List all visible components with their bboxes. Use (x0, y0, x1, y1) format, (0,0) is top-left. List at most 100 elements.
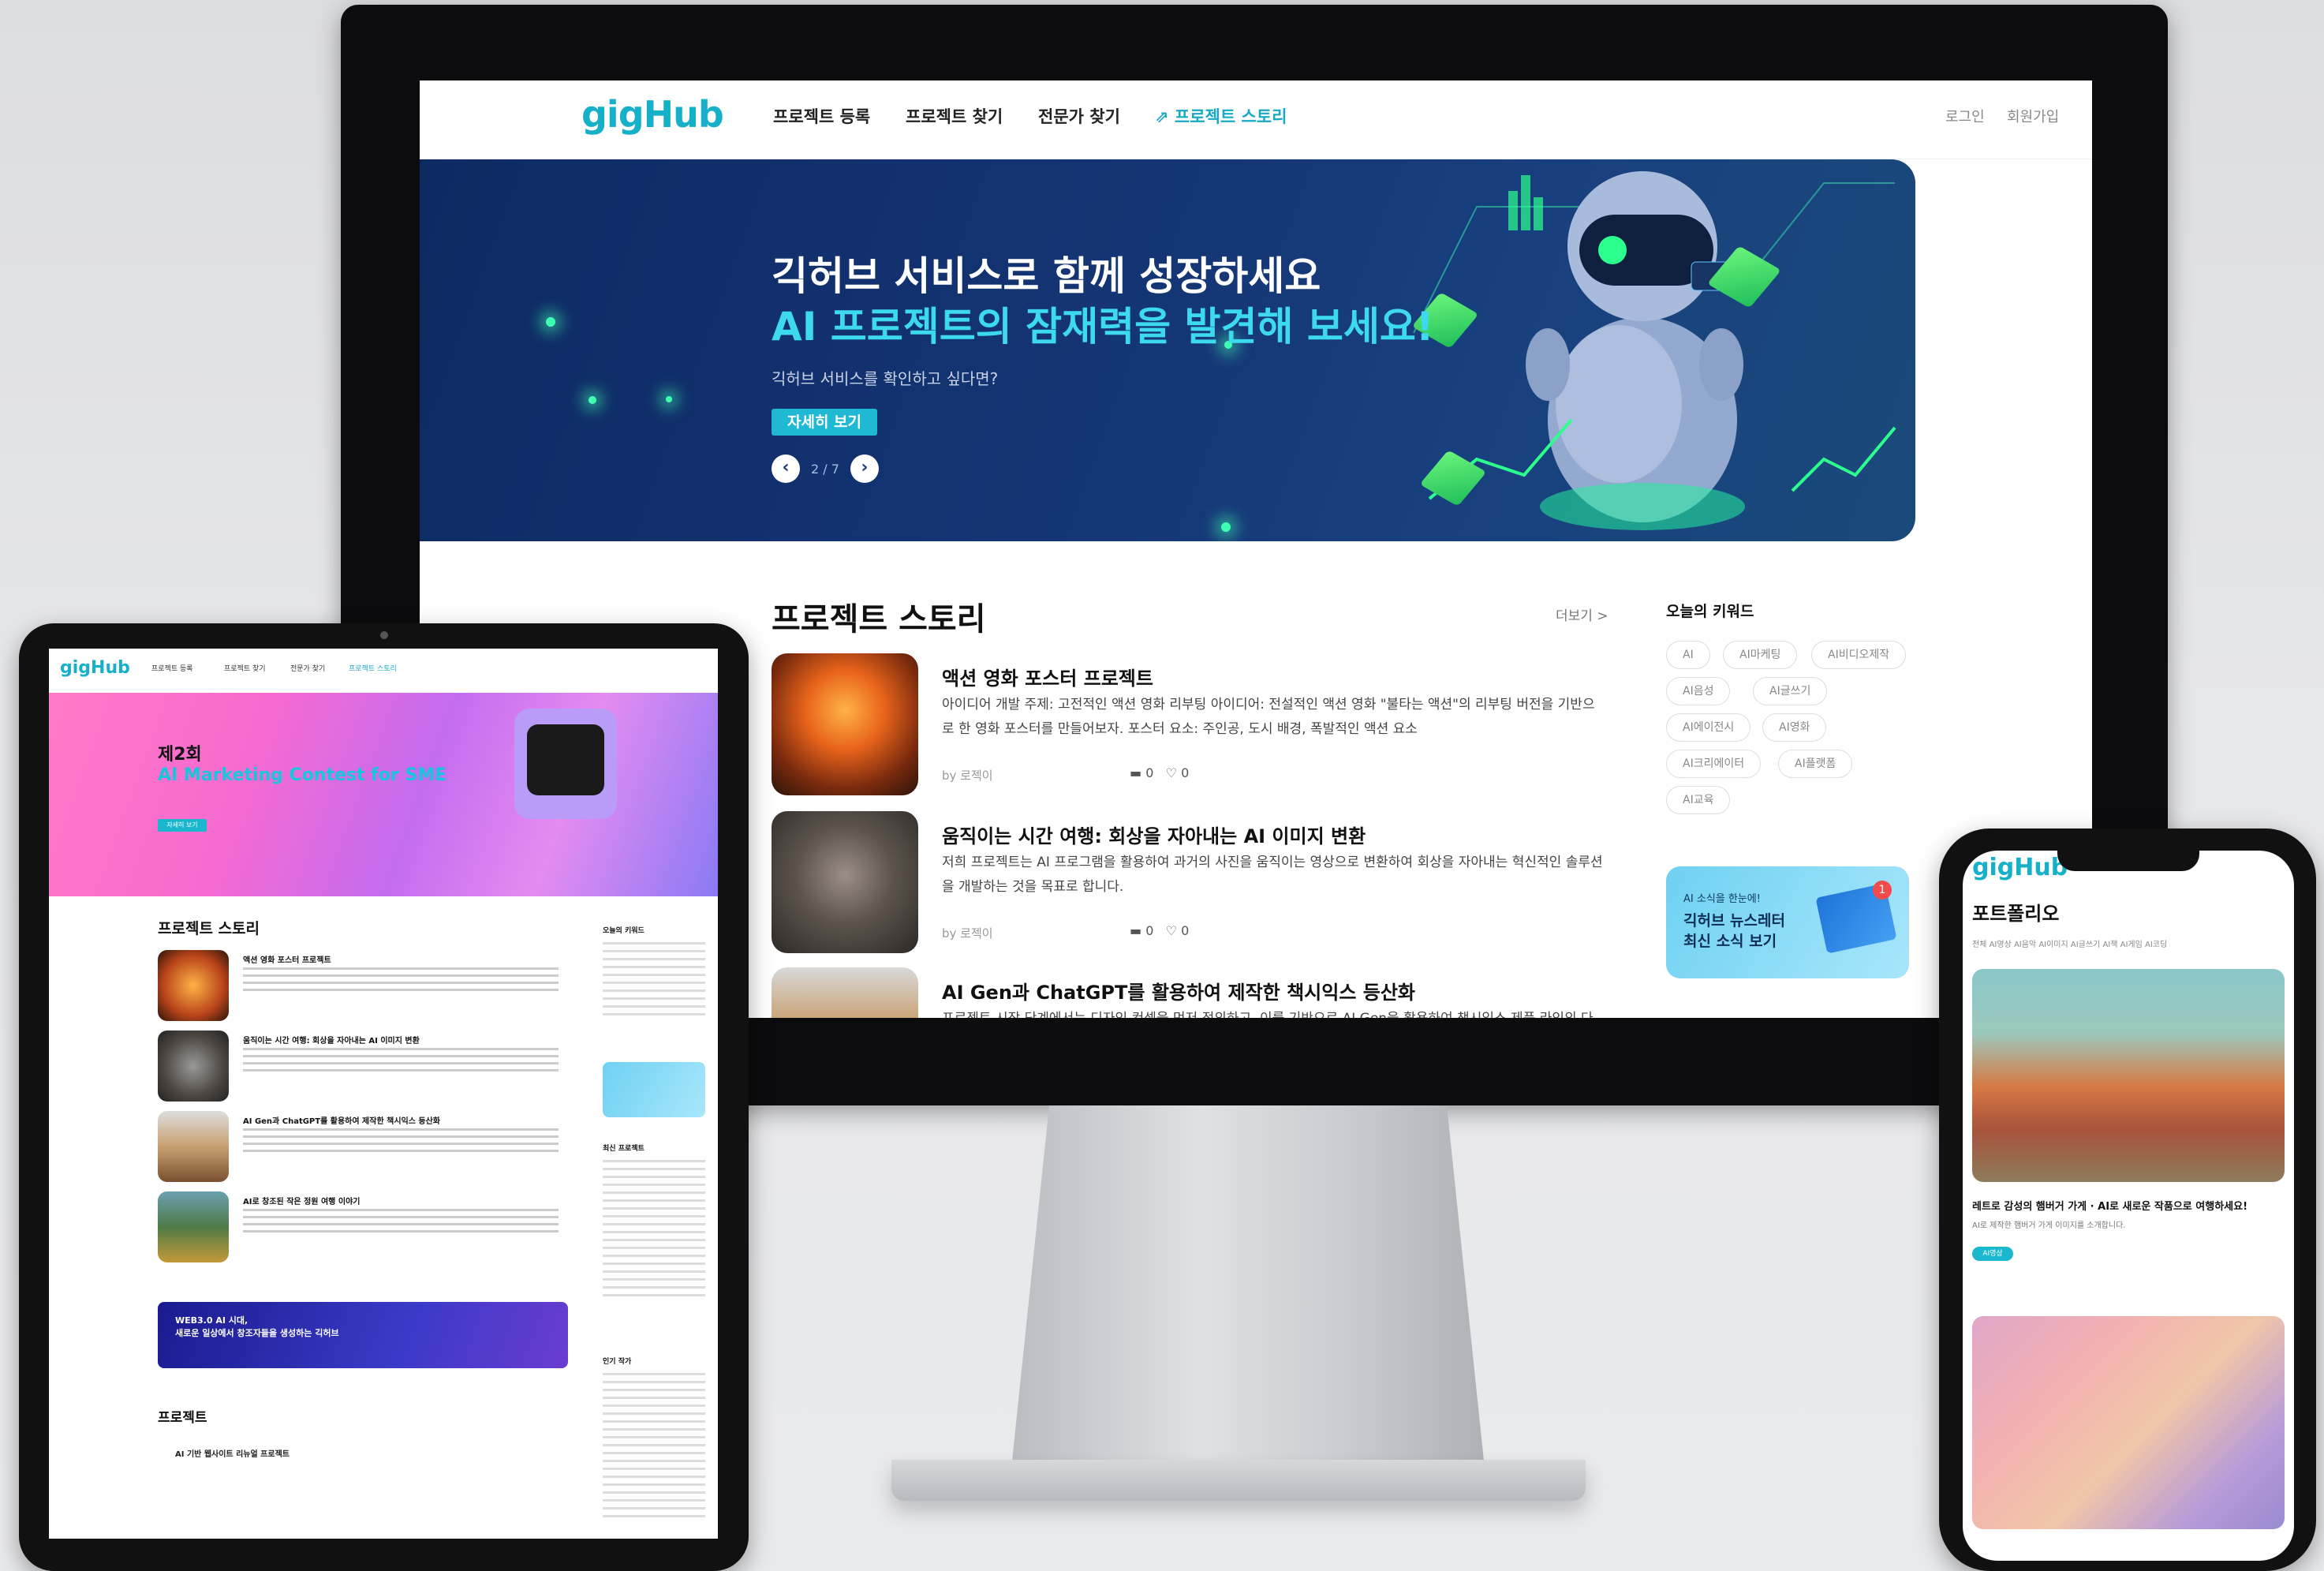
author-list (603, 1373, 705, 1523)
story-title: 움직이는 시간 여행: 회상을 자아내는 AI 이미지 변환 (942, 825, 1366, 847)
story-thumbnail (158, 1111, 229, 1182)
comment-icon: ▬ (1130, 923, 1142, 938)
logo[interactable]: gigHub (581, 93, 724, 136)
story-thumbnail (772, 967, 918, 1018)
story-title: 액션 영화 포스터 프로젝트 (243, 956, 331, 965)
story-description (243, 1128, 559, 1155)
hero-headline: 제2회 (158, 745, 202, 765)
portfolio-image[interactable] (1972, 1316, 2285, 1529)
keyword-chip[interactable]: AI비디오제작 (1811, 641, 1907, 669)
latest-projects-title: 최신 프로젝트 (603, 1145, 645, 1153)
more-link[interactable]: 더보기 > (1556, 604, 1608, 624)
glow-dot (546, 317, 555, 327)
glow-dot (1221, 522, 1231, 532)
login-link[interactable]: 로그인 (1945, 106, 1985, 126)
keyword-chip[interactable]: AI크리에이터 (1666, 750, 1762, 778)
prev-slide-button[interactable]: ‹ (772, 454, 800, 483)
story-thumbnail (158, 1191, 229, 1262)
keyword-chip[interactable]: AI영화 (1762, 713, 1827, 742)
promo-banner[interactable]: WEB3.0 AI 시대, 새로운 일상에서 창조자들을 생성하는 긱허브 (158, 1302, 568, 1368)
hero-caption: 긱허브 서비스를 확인하고 싶다면? (772, 369, 999, 388)
phone-notch (2057, 841, 2199, 871)
story-author: by 로젝이 (942, 926, 993, 941)
newsletter-title: 긱허브 뉴스레터 최신 소식 보기 (1683, 912, 1785, 950)
signup-link[interactable]: 회원가입 (2007, 106, 2059, 126)
slide-counter: 2 / 7 (811, 461, 839, 477)
story-card[interactable]: AI로 창조된 작은 정원 여행 이야기 (158, 1191, 568, 1267)
nav-project-register[interactable]: 프로젝트 등록 (151, 663, 193, 673)
story-stats: ▬ 0 ♡ 0 (1130, 923, 1190, 938)
project-row[interactable]: AI 기반 웹사이트 리뉴얼 프로젝트 (175, 1447, 290, 1459)
story-description (243, 967, 559, 994)
hero-banner: 긱허브 서비스로 함께 성장하세요 AI 프로젝트의 잠재력을 발견해 보세요!… (420, 159, 1915, 541)
story-card[interactable]: AI Gen과 ChatGPT를 활용하여 제작한 책시익스 등산화 프로젝트 … (772, 967, 1594, 1018)
story-description (243, 1209, 559, 1236)
story-card[interactable]: AI Gen과 ChatGPT를 활용하여 제작한 책시익스 등산화 (158, 1111, 568, 1187)
keywords-title: 오늘의 키워드 (1666, 603, 1754, 620)
notification-badge: 1 (1873, 881, 1892, 900)
story-card[interactable]: 액션 영화 포스터 프로젝트 (158, 950, 568, 1026)
story-title: 움직이는 시간 여행: 회상을 자아내는 AI 이미지 변환 (243, 1037, 420, 1045)
promo-text: WEB3.0 AI 시대, 새로운 일상에서 창조자들을 생성하는 긱허브 (175, 1315, 339, 1338)
tablet-screen: gigHub 프로젝트 등록 프로젝트 찾기 전문가 찾기 프로젝트 스토리 제… (49, 649, 718, 1539)
section-title: 프로젝트 스토리 (772, 601, 986, 638)
section-title: 프로젝트 스토리 (158, 920, 260, 937)
portfolio-title: 레트로 감성의 햄버거 가게 · AI로 새로운 작품으로 여행하세요! (1972, 1201, 2248, 1213)
nav-expert-find[interactable]: 전문가 찾기 (290, 663, 325, 673)
hero-detail-button[interactable]: 자세히 보기 (772, 409, 877, 436)
popular-authors-title: 인기 작가 (603, 1358, 632, 1366)
nav-project-register[interactable]: 프로젝트 등록 (773, 104, 870, 128)
logo[interactable]: gigHub (60, 658, 130, 678)
nav-project-find[interactable]: 프로젝트 찾기 (224, 663, 266, 673)
story-thumbnail (772, 653, 918, 795)
story-card[interactable]: 액션 영화 포스터 프로젝트 아이디어 개발 주제: 고전적인 액션 영화 리부… (772, 653, 1595, 795)
category-tabs[interactable]: 전체 AI영상 AI음악 AI이미지 AI글쓰기 AI책 AI게임 AI코딩 (1972, 937, 2167, 949)
story-description: 아이디어 개발 주제: 고전적인 액션 영화 리부팅 아이디어: 전설적인 액션… (942, 697, 1595, 737)
external-link-icon: ⇗ (1155, 107, 1175, 126)
story-card[interactable]: 움직이는 시간 여행: 회상을 자아내는 AI 이미지 변환 (158, 1031, 568, 1106)
comment-icon: ▬ (1130, 765, 1142, 780)
nav-project-story[interactable]: 프로젝트 스토리 (349, 663, 397, 673)
robot-face (527, 724, 604, 795)
keyword-chip[interactable]: AI음성 (1666, 677, 1731, 705)
logo[interactable]: gigHub (1972, 854, 2068, 881)
imac-base (891, 1460, 1586, 1501)
page-title: 포트폴리오 (1972, 903, 2060, 925)
portfolio-image[interactable] (1972, 969, 2285, 1182)
story-description: 프로젝트 시작 단계에서는 디자인 컨셉을 먼저 정의하고, 이를 기반으로 A… (942, 1007, 1605, 1018)
story-title: 액션 영화 포스터 프로젝트 (942, 668, 1153, 690)
keyword-chip[interactable]: AI마케팅 (1723, 641, 1798, 669)
story-thumbnail (158, 1031, 229, 1102)
story-author: by 로젝이 (942, 769, 993, 783)
keyword-chip[interactable]: AI에이전시 (1666, 713, 1751, 742)
portfolio-description: AI로 제작한 햄버거 가게 이미지를 소개합니다. (1972, 1221, 2126, 1230)
keywords-title: 오늘의 키워드 (603, 927, 645, 935)
keyword-chip[interactable]: AI (1666, 641, 1710, 669)
glow-dot (666, 396, 672, 402)
category-tag: AI영상 (1972, 1247, 2013, 1261)
heart-icon[interactable]: ♡ (1166, 765, 1177, 780)
projects-title: 프로젝트 (158, 1410, 207, 1426)
keyword-chip[interactable]: AI글쓰기 (1753, 677, 1828, 705)
story-title: AI Gen과 ChatGPT를 활용하여 제작한 책시익스 등산화 (243, 1117, 441, 1126)
story-thumbnail (772, 811, 918, 953)
keyword-chip[interactable]: AI플랫폼 (1778, 750, 1853, 778)
hero-banner: 제2회 AI Marketing Contest for SME 자세히 보기 (49, 693, 718, 896)
keyword-list (603, 942, 705, 1021)
newsletter-banner[interactable] (603, 1062, 705, 1117)
nav-project-find[interactable]: 프로젝트 찾기 (906, 104, 1003, 128)
latest-projects-list (603, 1160, 705, 1302)
keyword-chip[interactable]: AI교육 (1666, 786, 1731, 814)
story-card[interactable]: 움직이는 시간 여행: 회상을 자아내는 AI 이미지 변환 저희 프로젝트는 … (772, 811, 1603, 953)
story-title: AI로 창조된 작은 정원 여행 이야기 (243, 1198, 361, 1206)
hero-pager: ‹ 2 / 7 › (772, 454, 879, 483)
heart-icon[interactable]: ♡ (1166, 923, 1177, 938)
nav-expert-find[interactable]: 전문가 찾기 (1038, 104, 1120, 128)
hero-subheadline: AI Marketing Contest for SME (158, 765, 447, 785)
glow-dot (588, 396, 596, 404)
nav-project-story[interactable]: ⇗ 프로젝트 스토리 (1155, 104, 1287, 128)
top-nav: gigHub 프로젝트 등록 프로젝트 찾기 전문가 찾기 ⇗ 프로젝트 스토리… (420, 80, 2092, 159)
next-slide-button[interactable]: › (850, 454, 879, 483)
hero-detail-button[interactable]: 자세히 보기 (158, 819, 207, 832)
newsletter-banner[interactable]: AI 소식을 한눈에! 긱허브 뉴스레터 최신 소식 보기 1 (1666, 866, 1909, 978)
